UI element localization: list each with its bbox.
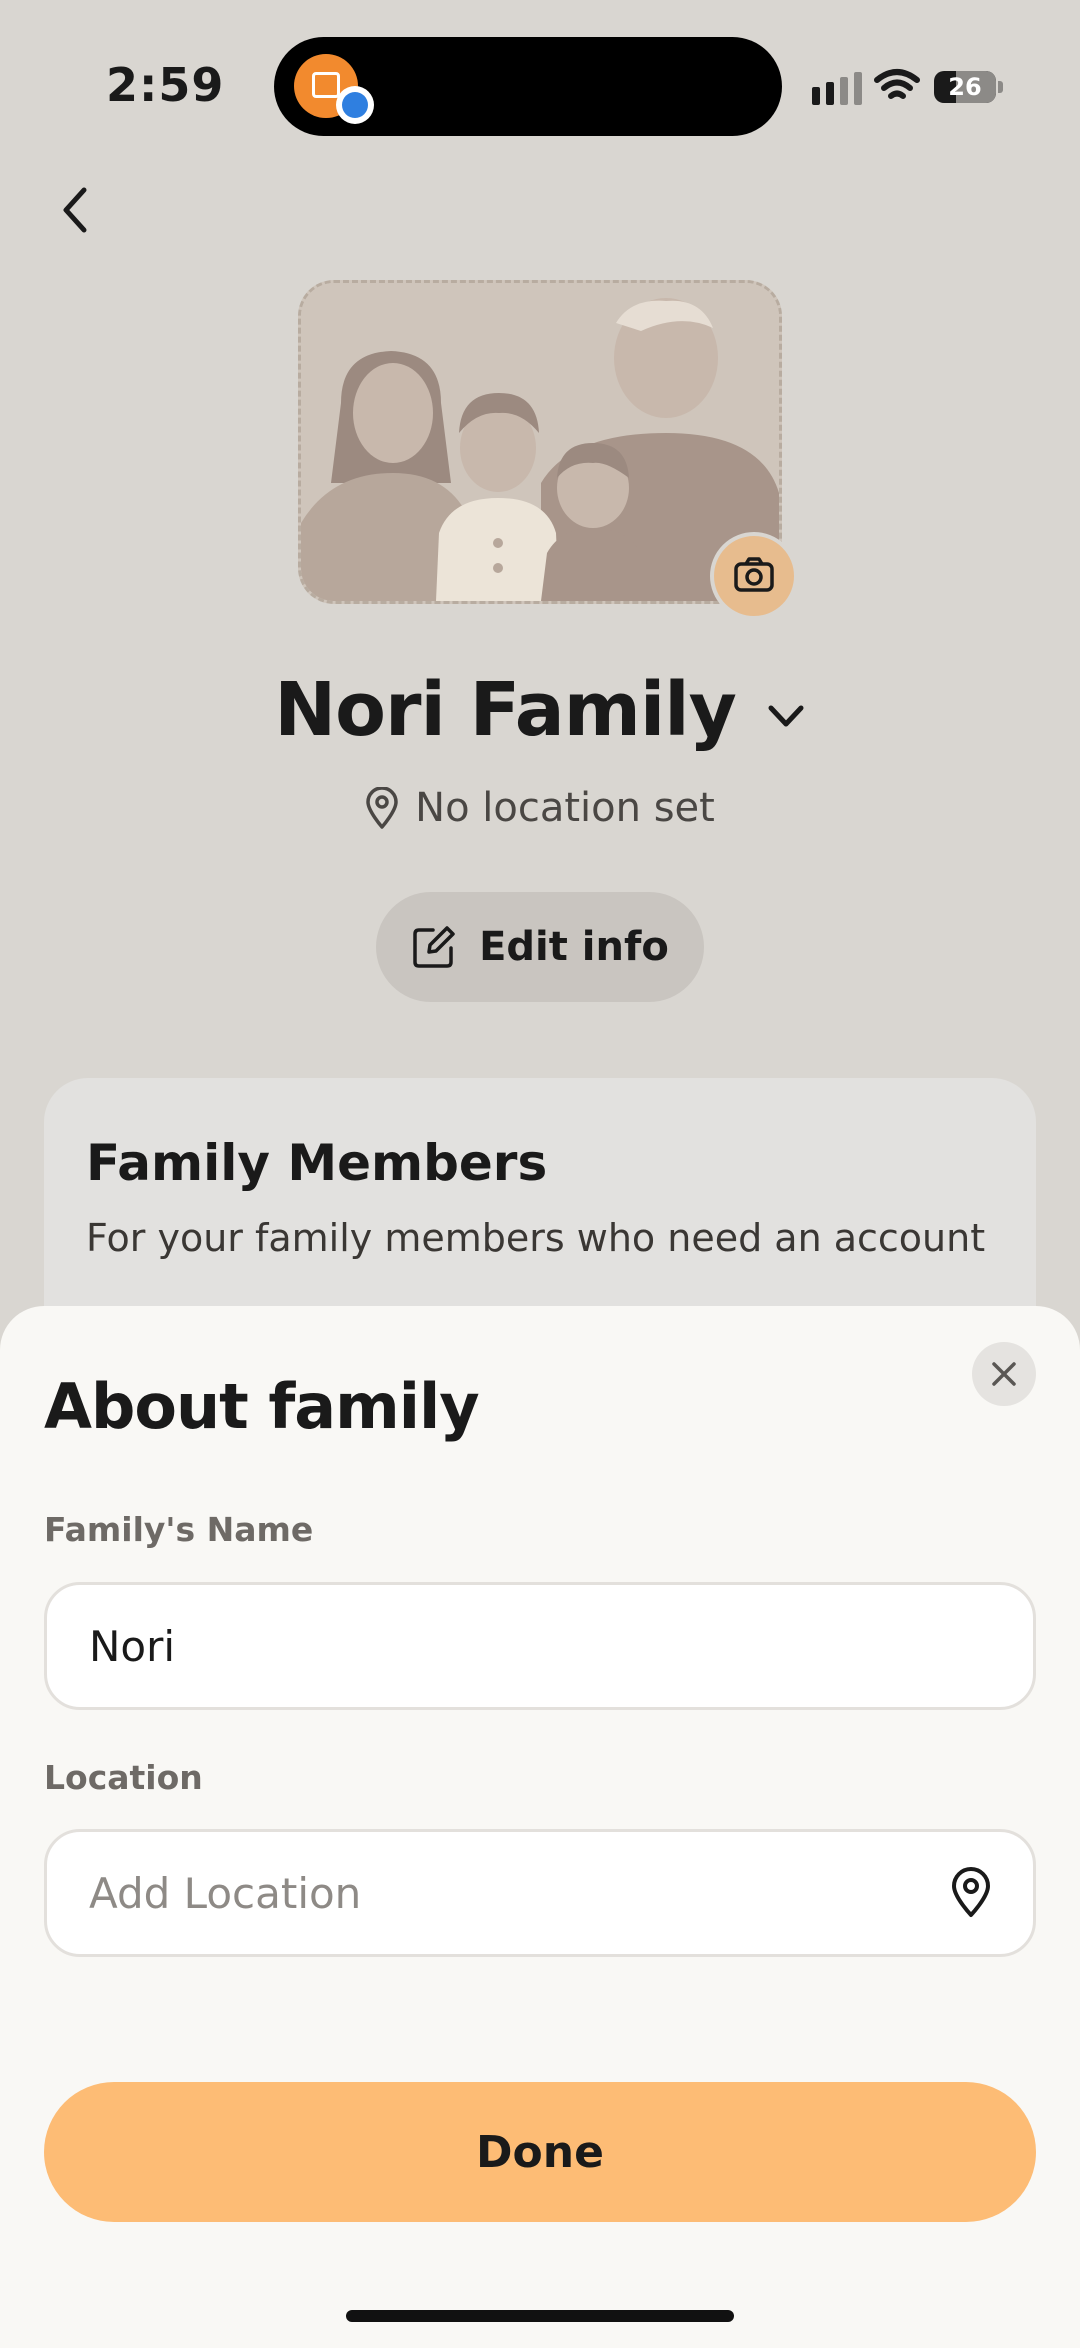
- location-label: Location: [44, 1758, 203, 1797]
- page-title: Nori Family: [274, 667, 737, 753]
- family-name-label: Family's Name: [44, 1510, 314, 1549]
- family-illustration: [301, 283, 779, 601]
- signal-bar: [840, 77, 848, 105]
- camera-icon: [734, 557, 774, 592]
- location-pin-icon: [366, 787, 398, 829]
- location-pin-icon[interactable]: [949, 1867, 993, 1919]
- home-indicator: [346, 2310, 734, 2322]
- battery-icon: 26: [934, 71, 996, 103]
- family-name-value: Nori: [89, 1621, 176, 1671]
- close-button[interactable]: [972, 1342, 1036, 1406]
- wifi-icon: [874, 69, 920, 99]
- battery-tip: [998, 81, 1003, 93]
- family-name-selector[interactable]: Nori Family: [0, 660, 1080, 760]
- chevron-down-icon: [768, 705, 804, 727]
- location-placeholder: Add Location: [89, 1868, 362, 1918]
- family-photo[interactable]: [298, 280, 782, 604]
- family-name-input[interactable]: Nori: [44, 1582, 1036, 1710]
- status-time: 2:59: [106, 58, 225, 112]
- close-icon: [992, 1362, 1016, 1386]
- members-title: Family Members: [86, 1134, 548, 1192]
- signal-bar: [826, 82, 834, 105]
- members-subtitle: For your family members who need an acco…: [86, 1216, 986, 1260]
- edit-info-label: Edit info: [479, 924, 669, 970]
- sheet-title: About family: [44, 1370, 480, 1443]
- camera-button[interactable]: [710, 532, 798, 620]
- location-status: No location set: [0, 780, 1080, 836]
- chevron-left-icon[interactable]: [52, 180, 102, 240]
- done-label: Done: [476, 2126, 604, 2178]
- edit-info-button[interactable]: Edit info: [376, 892, 704, 1002]
- location-input[interactable]: Add Location: [44, 1829, 1036, 1957]
- edit-icon: [413, 926, 455, 968]
- done-button[interactable]: Done: [44, 2082, 1036, 2222]
- blue-badge-icon: [336, 86, 374, 124]
- signal-bar: [854, 72, 862, 105]
- signal-icon: [812, 87, 820, 105]
- location-text: No location set: [415, 785, 715, 831]
- battery-level: 26: [948, 73, 982, 101]
